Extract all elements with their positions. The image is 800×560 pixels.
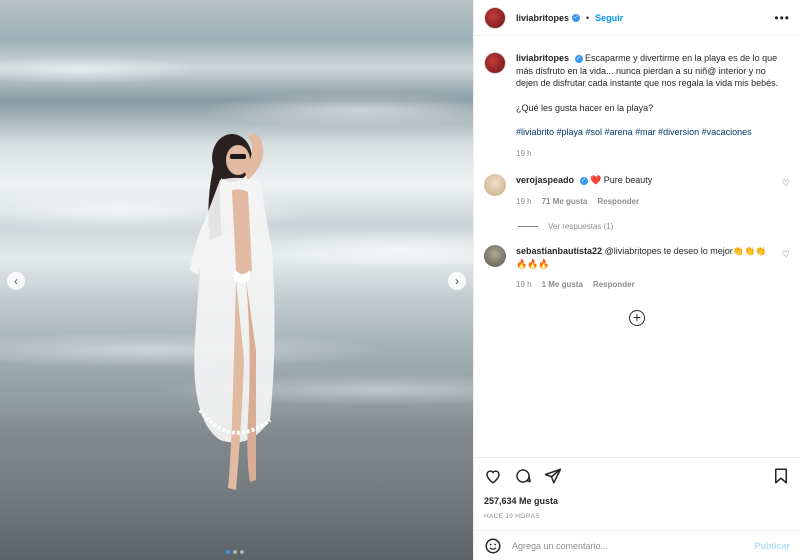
reply-button[interactable]: Responder (593, 279, 635, 292)
follow-button[interactable]: Seguir (595, 13, 623, 23)
caption-avatar[interactable] (484, 52, 506, 74)
commenter-avatar[interactable] (484, 245, 506, 267)
comment-icon[interactable] (514, 467, 532, 485)
commenter-username[interactable]: sebastianbautista22 (516, 246, 602, 256)
verified-badge-icon: ✓ (574, 54, 583, 63)
view-replies-label: Ver respuestas (1) (548, 222, 614, 231)
woman-figure (190, 133, 275, 490)
carousel-dot (240, 550, 244, 554)
carousel-dots (226, 550, 244, 554)
post-header: liviabritopes ✓ • Seguir ••• (474, 0, 800, 36)
comment-like-icon[interactable]: ♡ (782, 249, 790, 260)
comment-text: ❤️ Pure beauty (590, 175, 653, 185)
verified-badge-icon: ✓ (572, 13, 581, 22)
comment-like-icon[interactable]: ♡ (782, 178, 790, 189)
add-comment-bar: Publicar (474, 530, 800, 560)
comment-likes[interactable]: 1 Me gusta (542, 279, 583, 292)
post-sidebar: liviabritopes ✓ • Seguir ••• liviabritop… (473, 0, 800, 560)
caption-question: ¿Qué les gusta hacer en la playa? (516, 102, 654, 113)
comment-time: 19 h (516, 280, 532, 289)
commenter-username[interactable]: verojaspeado (516, 175, 574, 185)
plus-circle-icon[interactable]: + (629, 309, 645, 326)
header-separator: • (586, 12, 590, 23)
carousel-dot-active (226, 550, 230, 554)
comment-item: verojaspeado ✓ ❤️ Pure beauty 19 h 71 Me… (484, 174, 790, 208)
emoji-icon[interactable] (484, 537, 502, 555)
commenter-avatar[interactable] (484, 174, 506, 196)
bookmark-icon[interactable] (772, 467, 790, 485)
carousel-dot (233, 550, 237, 554)
share-icon[interactable] (544, 467, 562, 485)
reply-button[interactable]: Responder (597, 196, 639, 209)
more-options-icon[interactable]: ••• (774, 11, 790, 25)
comment-likes[interactable]: 71 Me gusta (542, 196, 588, 209)
publish-button[interactable]: Publicar (754, 541, 790, 551)
comment-item: sebastianbautista22 @liviabritopes te de… (484, 245, 790, 292)
caption-username[interactable]: liviabritopes (516, 53, 569, 63)
view-replies-button[interactable]: Ver respuestas (1) (518, 222, 790, 231)
post-actions: 257,634 Me gusta HACE 19 HORAS (474, 457, 800, 520)
comments-section: liviabritopes ✓ Escaparme y divertirme e… (474, 36, 800, 457)
next-photo-button[interactable]: › (448, 272, 466, 290)
author-username[interactable]: liviabritopes (516, 13, 569, 23)
caption-hashtags[interactable]: #liviabrito #playa #sol #arena #mar #div… (516, 126, 790, 139)
author-avatar[interactable] (484, 6, 506, 29)
comment-input[interactable] (512, 540, 755, 551)
post-timestamp: HACE 19 HORAS (484, 513, 540, 520)
likes-count[interactable]: 257,634 Me gusta (484, 496, 790, 506)
post-photo[interactable]: ‹ › (0, 0, 473, 560)
previous-photo-button[interactable]: ‹ (7, 272, 25, 290)
comment-time: 19 h (516, 196, 532, 206)
caption-time: 19 h (516, 148, 532, 158)
verified-badge-icon: ✓ (579, 176, 588, 185)
heart-icon[interactable] (484, 467, 502, 485)
caption: liviabritopes ✓ Escaparme y divertirme e… (484, 52, 790, 160)
